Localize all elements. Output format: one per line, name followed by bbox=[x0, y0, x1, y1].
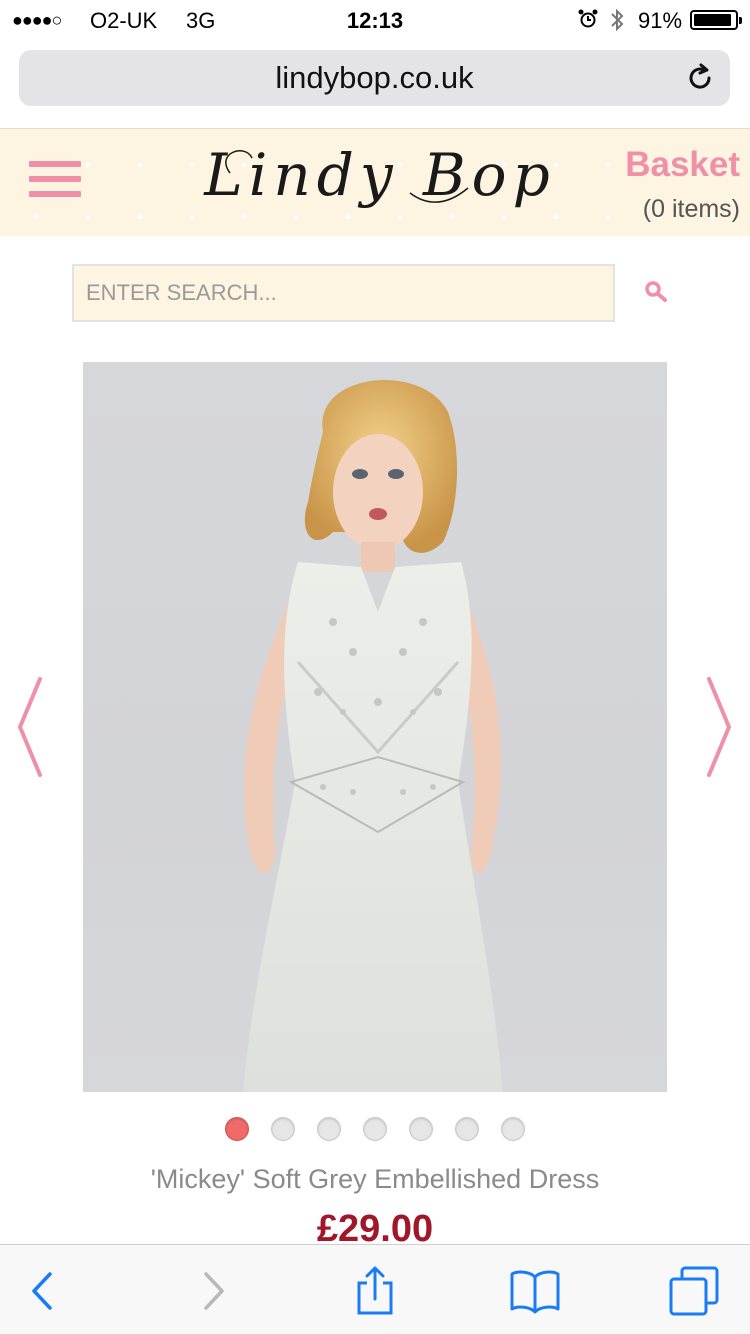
pagination-dot-6[interactable] bbox=[455, 1117, 479, 1141]
bluetooth-icon bbox=[610, 8, 624, 32]
browser-toolbar bbox=[0, 1244, 750, 1334]
pagination-dot-1[interactable] bbox=[225, 1117, 249, 1141]
battery-percentage: 91% bbox=[638, 8, 683, 33]
product-title: 'Mickey' Soft Grey Embellished Dress bbox=[150, 1164, 600, 1194]
bookmarks-icon[interactable] bbox=[509, 1265, 561, 1317]
model-dress-illustration bbox=[243, 379, 503, 1092]
address-bar[interactable]: lindybop.co.uk bbox=[19, 50, 730, 106]
search-icon[interactable] bbox=[644, 280, 668, 304]
search-input[interactable] bbox=[74, 266, 613, 320]
image-pagination bbox=[0, 1117, 750, 1143]
hamburger-menu-icon[interactable] bbox=[29, 161, 81, 201]
next-image-arrow-icon[interactable] bbox=[703, 675, 735, 779]
basket-item-count[interactable]: (0 items) bbox=[625, 195, 740, 224]
alarm-icon bbox=[578, 9, 598, 29]
lindy-bop-logo[interactable]: Lindy Bop bbox=[200, 133, 560, 233]
pagination-dot-3[interactable] bbox=[317, 1117, 341, 1141]
product-image[interactable] bbox=[83, 362, 667, 1092]
pagination-dot-7[interactable] bbox=[501, 1117, 525, 1141]
search-box[interactable] bbox=[72, 264, 615, 322]
reload-icon[interactable] bbox=[684, 62, 716, 94]
basket-link[interactable]: Basket (0 items) bbox=[625, 145, 740, 224]
basket-label[interactable]: Basket bbox=[625, 145, 740, 185]
site-header: Lindy Bop Basket (0 items) bbox=[0, 128, 750, 236]
share-icon[interactable] bbox=[349, 1265, 401, 1317]
back-icon[interactable] bbox=[18, 1265, 70, 1317]
tabs-icon[interactable] bbox=[668, 1265, 720, 1317]
url-text[interactable]: lindybop.co.uk bbox=[19, 50, 730, 106]
logo-text: Lindy Bop bbox=[203, 141, 555, 209]
status-bar: ●●●●○ O2-UK 3G 12:13 91% bbox=[0, 0, 750, 40]
pagination-dot-4[interactable] bbox=[363, 1117, 387, 1141]
pagination-dot-2[interactable] bbox=[271, 1117, 295, 1141]
previous-image-arrow-icon[interactable] bbox=[14, 675, 46, 779]
forward-icon[interactable] bbox=[186, 1265, 238, 1317]
battery-icon bbox=[690, 10, 742, 30]
pagination-dot-5[interactable] bbox=[409, 1117, 433, 1141]
